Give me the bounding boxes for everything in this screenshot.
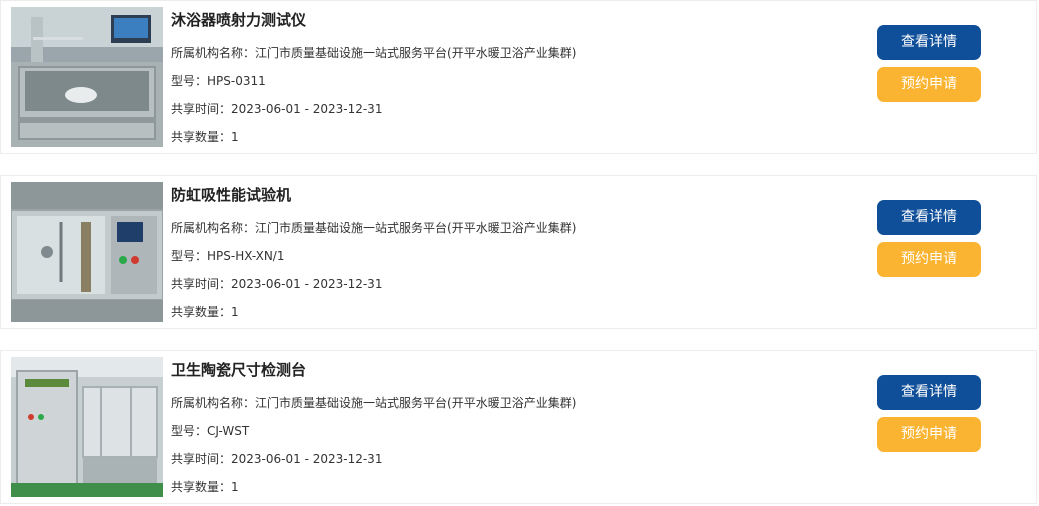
view-details-button[interactable]: 查看详情 <box>877 25 981 60</box>
org-line: 所属机构名称：江门市质量基础设施一站式服务平台(开平水暖卫浴产业集群) <box>171 389 831 417</box>
share-time-line: 共享时间：2023-06-01 - 2023-12-31 <box>171 95 831 123</box>
equipment-card: 沐浴器喷射力测试仪 所属机构名称：江门市质量基础设施一站式服务平台(开平水暖卫浴… <box>0 0 1037 154</box>
model-label: 型号： <box>171 249 208 263</box>
org-line: 所属机构名称：江门市质量基础设施一站式服务平台(开平水暖卫浴产业集群) <box>171 214 831 242</box>
equipment-title[interactable]: 防虹吸性能试验机 <box>171 182 831 208</box>
share-time-line: 共享时间：2023-06-01 - 2023-12-31 <box>171 445 831 473</box>
model-line: 型号：HPS-0311 <box>171 67 831 95</box>
model-value: CJ-WST <box>207 424 250 438</box>
org-value: 江门市质量基础设施一站式服务平台(开平水暖卫浴产业集群) <box>255 46 577 60</box>
equipment-info: 卫生陶瓷尺寸检测台 所属机构名称：江门市质量基础设施一站式服务平台(开平水暖卫浴… <box>171 357 831 501</box>
book-apply-button[interactable]: 预约申请 <box>877 417 981 452</box>
share-count-label: 共享数量： <box>171 305 232 319</box>
share-time-line: 共享时间：2023-06-01 - 2023-12-31 <box>171 270 831 298</box>
equipment-photo-image <box>11 357 163 497</box>
equipment-card: 卫生陶瓷尺寸检测台 所属机构名称：江门市质量基础设施一站式服务平台(开平水暖卫浴… <box>0 350 1037 504</box>
model-line: 型号：CJ-WST <box>171 417 831 445</box>
equipment-photo[interactable] <box>11 7 163 147</box>
share-count-line: 共享数量：1 <box>171 473 831 501</box>
model-label: 型号： <box>171 424 208 438</box>
org-line: 所属机构名称：江门市质量基础设施一站式服务平台(开平水暖卫浴产业集群) <box>171 39 831 67</box>
share-count-value: 1 <box>231 130 239 144</box>
model-value: HPS-0311 <box>207 74 266 88</box>
equipment-list: 沐浴器喷射力测试仪 所属机构名称：江门市质量基础设施一站式服务平台(开平水暖卫浴… <box>0 0 1039 506</box>
share-time-value: 2023-06-01 - 2023-12-31 <box>231 452 383 466</box>
share-count-label: 共享数量： <box>171 130 232 144</box>
equipment-title[interactable]: 卫生陶瓷尺寸检测台 <box>171 357 831 383</box>
share-count-label: 共享数量： <box>171 480 232 494</box>
equipment-info: 防虹吸性能试验机 所属机构名称：江门市质量基础设施一站式服务平台(开平水暖卫浴产… <box>171 182 831 326</box>
equipment-card: 防虹吸性能试验机 所属机构名称：江门市质量基础设施一站式服务平台(开平水暖卫浴产… <box>0 175 1037 329</box>
share-time-label: 共享时间： <box>171 277 232 291</box>
model-label: 型号： <box>171 74 208 88</box>
org-label: 所属机构名称： <box>171 46 256 60</box>
share-time-value: 2023-06-01 - 2023-12-31 <box>231 277 383 291</box>
org-label: 所属机构名称： <box>171 396 256 410</box>
equipment-title[interactable]: 沐浴器喷射力测试仪 <box>171 7 831 33</box>
view-details-button[interactable]: 查看详情 <box>877 375 981 410</box>
share-time-label: 共享时间： <box>171 102 232 116</box>
equipment-info: 沐浴器喷射力测试仪 所属机构名称：江门市质量基础设施一站式服务平台(开平水暖卫浴… <box>171 7 831 151</box>
equipment-photo[interactable] <box>11 357 163 497</box>
share-count-line: 共享数量：1 <box>171 298 831 326</box>
share-count-value: 1 <box>231 305 239 319</box>
share-count-value: 1 <box>231 480 239 494</box>
share-time-value: 2023-06-01 - 2023-12-31 <box>231 102 383 116</box>
equipment-photo-image <box>11 7 163 147</box>
model-value: HPS-HX-XN/1 <box>207 249 285 263</box>
org-value: 江门市质量基础设施一站式服务平台(开平水暖卫浴产业集群) <box>255 221 577 235</box>
org-value: 江门市质量基础设施一站式服务平台(开平水暖卫浴产业集群) <box>255 396 577 410</box>
view-details-button[interactable]: 查看详情 <box>877 200 981 235</box>
equipment-photo[interactable] <box>11 182 163 322</box>
org-label: 所属机构名称： <box>171 221 256 235</box>
equipment-photo-image <box>11 182 163 322</box>
share-time-label: 共享时间： <box>171 452 232 466</box>
model-line: 型号：HPS-HX-XN/1 <box>171 242 831 270</box>
book-apply-button[interactable]: 预约申请 <box>877 67 981 102</box>
book-apply-button[interactable]: 预约申请 <box>877 242 981 277</box>
share-count-line: 共享数量：1 <box>171 123 831 151</box>
